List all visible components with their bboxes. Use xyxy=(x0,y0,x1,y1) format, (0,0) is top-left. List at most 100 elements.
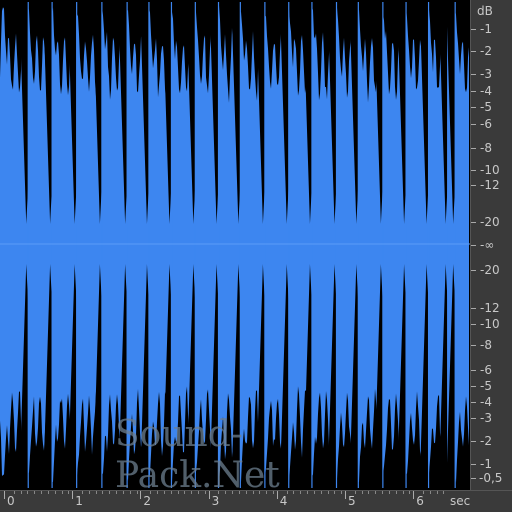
time-label: 2 xyxy=(143,494,152,508)
time-minor-tick xyxy=(245,491,247,494)
time-minor-tick xyxy=(443,491,445,494)
db-tick xyxy=(471,370,476,371)
time-minor-tick xyxy=(388,491,390,494)
db-tick xyxy=(471,441,476,442)
time-minor-tick xyxy=(225,491,227,494)
time-minor-tick xyxy=(191,491,193,494)
time-label: 5 xyxy=(348,494,356,508)
db-tick xyxy=(471,478,476,479)
time-label: 3 xyxy=(211,494,220,508)
db-label: -1 xyxy=(480,22,492,36)
db-label: -6 xyxy=(480,363,492,377)
db-label: -3 xyxy=(480,67,492,81)
time-minor-tick xyxy=(266,491,268,494)
time-minor-tick xyxy=(354,491,356,494)
db-label: -0,5 xyxy=(479,471,503,485)
time-tick xyxy=(413,491,415,499)
time-minor-tick xyxy=(197,491,199,494)
db-label: -12 xyxy=(480,301,500,315)
time-minor-tick xyxy=(382,491,384,494)
db-tick xyxy=(471,91,476,92)
time-minor-tick xyxy=(68,491,70,494)
time-minor-tick xyxy=(375,491,377,494)
db-label: -5 xyxy=(480,379,492,393)
time-minor-tick xyxy=(157,491,159,494)
time-minor-tick xyxy=(82,491,84,494)
db-tick xyxy=(471,148,476,149)
db-label: -5 xyxy=(480,100,492,114)
time-label: 1 xyxy=(75,494,83,508)
time-minor-tick xyxy=(341,491,343,494)
db-tick xyxy=(471,74,476,75)
db-tick xyxy=(471,464,476,465)
time-minor-tick xyxy=(259,491,261,494)
time-minor-tick xyxy=(109,491,111,494)
time-minor-tick xyxy=(300,491,302,494)
time-label: 0 xyxy=(7,494,15,508)
time-label: 6 xyxy=(416,494,424,508)
db-tick xyxy=(471,222,476,223)
time-minor-tick xyxy=(334,491,336,494)
db-tick xyxy=(471,124,476,125)
db-label: -4 xyxy=(480,84,492,98)
db-tick xyxy=(471,107,476,108)
db-label: -10 xyxy=(480,163,500,177)
time-minor-tick xyxy=(368,491,370,494)
time-minor-tick xyxy=(102,491,104,494)
db-label: -1 xyxy=(480,457,492,471)
time-ruler[interactable]: sec 0 1 2 3 4 5 6 xyxy=(0,490,512,512)
db-label: -6 xyxy=(480,117,492,131)
db-tick xyxy=(471,418,476,419)
db-tick xyxy=(471,386,476,387)
time-minor-tick xyxy=(13,491,15,494)
time-tick xyxy=(140,491,142,499)
db-label: -2 xyxy=(480,44,492,58)
time-minor-tick xyxy=(204,491,206,494)
time-minor-tick xyxy=(184,491,186,494)
time-minor-tick xyxy=(293,491,295,494)
time-minor-tick xyxy=(252,491,254,494)
time-minor-tick xyxy=(307,491,309,494)
db-tick xyxy=(471,402,476,403)
db-label: -10 xyxy=(480,317,500,331)
time-tick xyxy=(72,491,74,499)
time-minor-tick xyxy=(361,491,363,494)
time-minor-tick xyxy=(150,491,152,494)
time-minor-tick xyxy=(88,491,90,494)
time-tick xyxy=(345,491,346,499)
time-minor-tick xyxy=(402,491,404,494)
time-tick xyxy=(4,491,5,499)
audio-editor-view: dB -1 -2 -3 -4 -5 -6 -8 -10 -12 -20 -∞ -20 -12 -10 -8-… xyxy=(0,0,512,512)
time-minor-tick xyxy=(436,491,438,494)
time-minor-tick xyxy=(395,491,397,494)
db-label: -8 xyxy=(480,141,492,155)
time-minor-tick xyxy=(116,491,118,494)
time-minor-tick xyxy=(429,491,431,494)
time-minor-tick xyxy=(238,491,240,494)
time-minor-tick xyxy=(34,491,36,494)
time-minor-tick xyxy=(327,491,329,494)
time-unit-label: sec xyxy=(450,494,471,508)
db-label: -8 xyxy=(480,338,492,352)
time-minor-tick xyxy=(177,491,179,494)
time-minor-tick xyxy=(409,491,411,494)
db-tick xyxy=(471,245,476,246)
db-label: -20 xyxy=(480,215,500,229)
time-minor-tick xyxy=(218,491,220,494)
time-label: 4 xyxy=(279,494,288,508)
db-tick xyxy=(471,51,476,52)
time-minor-tick xyxy=(27,491,29,494)
time-tick xyxy=(276,491,278,499)
time-minor-tick xyxy=(54,491,56,494)
db-tick xyxy=(471,308,476,309)
time-minor-tick xyxy=(47,491,49,494)
db-label: -∞ xyxy=(480,238,495,252)
waveform-display[interactable] xyxy=(0,0,470,490)
db-tick xyxy=(471,324,476,325)
db-tick xyxy=(471,345,476,346)
time-minor-tick xyxy=(313,491,315,494)
time-minor-tick xyxy=(95,491,97,494)
db-tick xyxy=(471,170,476,171)
time-minor-tick xyxy=(423,491,425,494)
time-minor-tick xyxy=(320,491,322,494)
